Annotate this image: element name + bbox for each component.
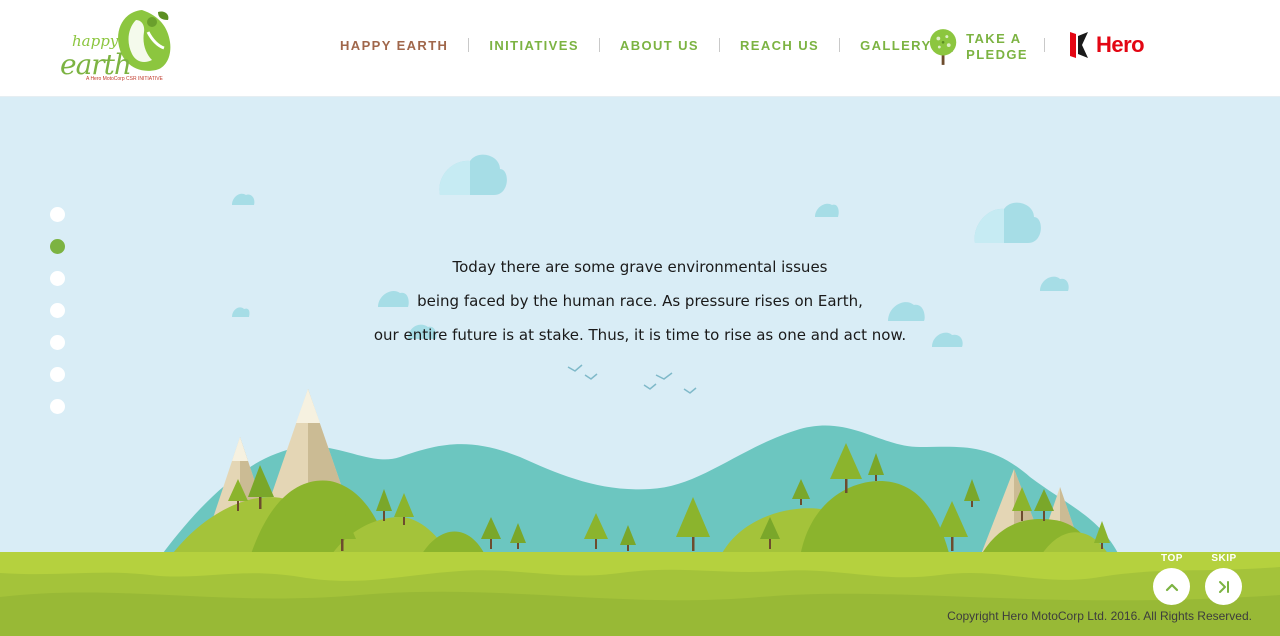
pledge-line-1: TAKE A xyxy=(966,31,1022,46)
site-header: happy earth A Hero MotoCorp CSR INITIATI… xyxy=(0,0,1280,97)
slide-dot-2[interactable] xyxy=(50,239,65,254)
top-button[interactable]: TOP xyxy=(1153,553,1191,605)
nav-gallery[interactable]: GALLERY xyxy=(860,38,931,53)
slide-dot-1[interactable] xyxy=(50,207,65,222)
hero-scene: Today there are some grave environmental… xyxy=(0,97,1280,636)
skip-circle[interactable] xyxy=(1205,568,1242,605)
skip-next-icon xyxy=(1218,580,1229,593)
cloud-icon xyxy=(974,202,1041,243)
nav-about-us[interactable]: ABOUT US xyxy=(620,38,699,53)
slide-dot-5[interactable] xyxy=(50,335,65,350)
slide-dot-3[interactable] xyxy=(50,271,65,286)
slide-dot-7[interactable] xyxy=(50,399,65,414)
birds-icon xyxy=(567,364,697,394)
hero-brand-logo[interactable]: Hero xyxy=(1068,30,1145,60)
tree-icon xyxy=(929,29,957,65)
nav-reach-us[interactable]: REACH US xyxy=(740,38,819,53)
nav-divider xyxy=(468,38,470,52)
nav-divider xyxy=(719,38,720,52)
top-circle[interactable] xyxy=(1153,568,1190,605)
logo-tagline: A Hero MotoCorp CSR INITIATIVE xyxy=(86,76,163,82)
slide-dot-6[interactable] xyxy=(50,367,65,382)
take-a-pledge-button[interactable]: TAKE A PLEDGE xyxy=(928,26,1028,68)
hero-h-icon xyxy=(1070,32,1088,58)
nav-divider xyxy=(839,38,841,52)
hero-brand-word: Hero xyxy=(1096,32,1145,57)
nav-divider xyxy=(598,38,600,52)
main-nav: HAPPY EARTH INITIATIVES ABOUT US REACH U… xyxy=(340,37,973,53)
message-line-1: Today there are some grave environmental… xyxy=(452,258,828,276)
landscape-illustration xyxy=(0,154,1280,636)
cloud-icon xyxy=(439,154,507,195)
nav-divider xyxy=(1044,38,1045,52)
message-line-3: our entire future is at stake. Thus, it … xyxy=(373,326,907,344)
scene-message: Today there are some grave environmental… xyxy=(340,250,940,352)
skip-label: SKIP xyxy=(1211,553,1237,564)
slide-dot-4[interactable] xyxy=(50,303,65,318)
happy-earth-logo[interactable]: happy earth A Hero MotoCorp CSR INITIATI… xyxy=(58,6,180,86)
copyright-text: Copyright Hero MotoCorp Ltd. 2016. All R… xyxy=(947,609,1252,623)
message-line-2: being faced by the human race. As pressu… xyxy=(417,292,863,310)
top-label: TOP xyxy=(1161,553,1183,564)
chevron-up-icon xyxy=(1165,583,1178,591)
skip-button[interactable]: SKIP xyxy=(1205,553,1243,605)
nav-happy-earth[interactable]: HAPPY EARTH xyxy=(340,38,448,53)
nav-initiatives[interactable]: INITIATIVES xyxy=(489,38,579,53)
slide-pagination xyxy=(50,207,66,431)
pledge-line-2: PLEDGE xyxy=(966,47,1028,62)
